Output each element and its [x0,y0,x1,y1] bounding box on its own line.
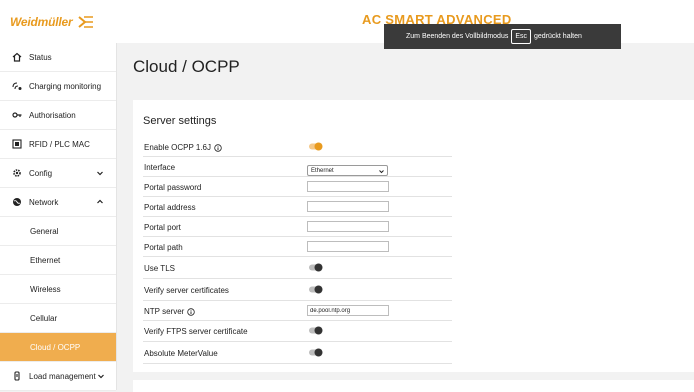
sidebar-item-ethernet[interactable]: Ethernet [0,246,116,275]
server-settings-card: Server settings Enable OCPP 1.6J Interfa… [133,100,694,372]
portal-path-row: Portal path [143,237,452,257]
main-content: Cloud / OCPP Server settings Enable OCPP… [117,43,694,392]
verify-certs-label: Verify server certificates [144,286,229,295]
ntp-server-label: NTP server [144,307,196,316]
sidebar-item-rfid-plc-mac[interactable]: RFID / PLC MAC [0,130,116,159]
portal-port-row: Portal port [143,217,452,237]
key-icon [12,110,22,120]
load-icon [12,371,22,381]
logo-text: Weidmüller [10,15,73,29]
sidebar: Status Charging monitoring Authorisation… [0,43,117,391]
sidebar-item-wireless[interactable]: Wireless [0,275,116,304]
portal-port-label: Portal port [144,223,181,232]
chevron-up-icon [97,199,103,204]
use-tls-toggle[interactable] [309,263,323,272]
portal-address-row: Portal address [143,197,452,217]
globe-icon [12,197,22,207]
chevron-down-icon [97,171,103,176]
portal-port-input[interactable] [307,221,389,232]
ntp-server-row: NTP server [143,301,452,321]
sidebar-item-label: Wireless [30,284,61,294]
ntp-server-label-text: NTP server [144,307,185,316]
sidebar-item-label: Authorisation [29,110,76,120]
portal-address-input[interactable] [307,201,389,212]
sidebar-item-label: Ethernet [30,255,61,265]
absolute-meter-label: Absolute MeterValue [144,349,218,358]
charging-icon [12,81,22,91]
verify-ftps-label: Verify FTPS server certificate [144,327,248,336]
portal-password-label: Portal password [144,183,202,192]
info-icon[interactable] [187,308,196,316]
toast-text-before: Zum Beenden des Vollbildmodus [406,33,509,40]
page-title: Cloud / OCPP [133,57,240,76]
interface-label: Interface [144,163,176,172]
rfid-icon [12,139,22,149]
portal-path-label: Portal path [144,243,183,252]
home-icon [12,52,22,62]
sidebar-item-label: Network [29,197,59,207]
use-tls-label: Use TLS [144,264,175,273]
sidebar-item-network[interactable]: Network [0,188,116,217]
sidebar-item-status[interactable]: Status [0,43,116,72]
sidebar-item-label: RFID / PLC MAC [29,139,90,149]
logo-mark-icon [78,16,94,28]
sidebar-item-label: General [30,226,59,236]
absolute-meter-row: Absolute MeterValue [143,342,452,364]
section-title: Server settings [143,115,217,127]
sidebar-item-authorisation[interactable]: Authorisation [0,101,116,130]
verify-ftps-row: Verify FTPS server certificate [143,321,452,342]
enable-ocpp-row: Enable OCPP 1.6J [143,137,452,157]
use-tls-row: Use TLS [143,257,452,279]
sidebar-item-charging-monitoring[interactable]: Charging monitoring [0,72,116,101]
logo[interactable]: Weidmüller [10,13,94,31]
enable-ocpp-label-text: Enable OCPP 1.6J [144,143,212,152]
sidebar-item-cellular[interactable]: Cellular [0,304,116,333]
interface-row: Interface Ethernet [143,157,452,177]
sidebar-item-label: Status [29,52,52,62]
sidebar-item-label: Charging monitoring [29,81,102,91]
enable-ocpp-label: Enable OCPP 1.6J [144,143,222,152]
sidebar-item-cloud-ocpp[interactable]: Cloud / OCPP [0,333,116,362]
chevron-down-icon [379,170,384,174]
sidebar-item-label: Cloud / OCPP [30,342,81,352]
portal-password-input[interactable] [307,181,389,192]
info-icon[interactable] [214,144,222,152]
enable-ocpp-toggle[interactable] [309,142,323,151]
sidebar-item-general[interactable]: General [0,217,116,246]
ntp-server-input[interactable] [307,305,389,316]
next-section-card [133,380,694,392]
sidebar-item-config[interactable]: Config [0,159,116,188]
verify-certs-toggle[interactable] [309,285,323,294]
gear-icon [12,168,22,178]
chevron-down-icon [98,374,104,379]
verify-ftps-toggle[interactable] [309,326,323,335]
sidebar-item-label: Config [29,168,53,178]
absolute-meter-toggle[interactable] [309,348,323,357]
portal-address-label: Portal address [144,203,196,212]
sidebar-item-label: Load management [29,371,96,381]
interface-select-value: Ethernet [311,167,334,174]
verify-certs-row: Verify server certificates [143,279,452,301]
interface-select[interactable]: Ethernet [307,165,388,176]
sidebar-item-label: Cellular [30,313,58,323]
portal-path-input[interactable] [307,241,389,252]
portal-password-row: Portal password [143,177,452,197]
esc-key-badge: Esc [511,29,532,44]
sidebar-item-load-management[interactable]: Load management [0,362,116,391]
toast-text-after: gedrückt halten [534,33,582,40]
